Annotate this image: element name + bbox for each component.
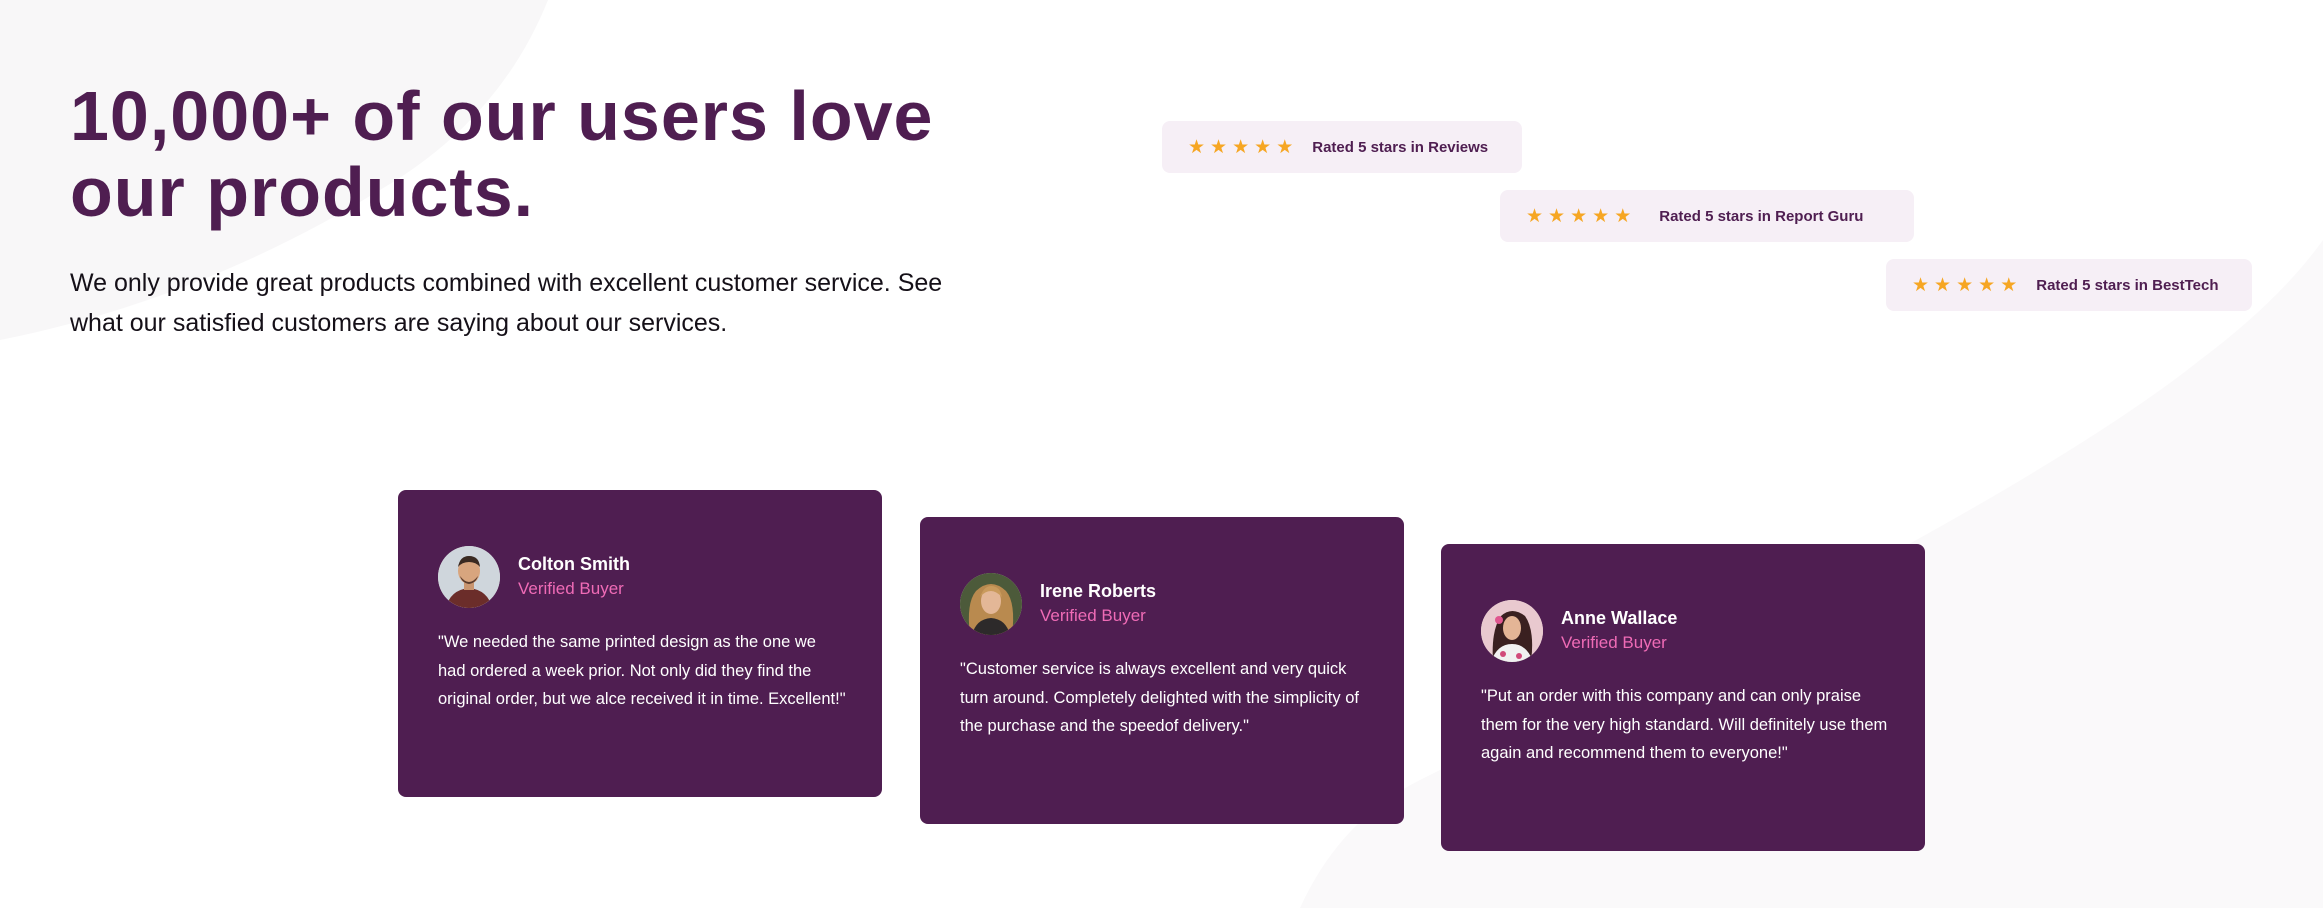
rating-badge-reviews: ★ ★ ★ ★ ★ Rated 5 stars in Reviews [1162, 121, 1522, 173]
testimonial-header: Irene Roberts Verified Buyer [960, 573, 1364, 635]
star-icon: ★ [1570, 205, 1588, 227]
page-subtitle: We only provide great products combined … [70, 269, 943, 337]
testimonial-header: Anne Wallace Verified Buyer [1481, 600, 1885, 662]
testimonial-card-anne-wallace: Anne Wallace Verified Buyer "Put an orde… [1441, 544, 1925, 851]
reviewer-info: Anne Wallace Verified Buyer [1561, 606, 1677, 656]
star-rating: ★ ★ ★ ★ ★ [1912, 276, 2017, 295]
page-title: 10,000+ of our users love our products. [70, 77, 934, 231]
star-icon: ★ [1592, 205, 1610, 227]
avatar-irene-roberts [960, 573, 1022, 635]
testimonial-card-irene-roberts: Irene Roberts Verified Buyer "Customer s… [920, 517, 1404, 824]
verified-badge: Verified Buyer [1040, 606, 1146, 625]
avatar-anne-wallace [1481, 600, 1543, 662]
star-icon: ★ [1978, 274, 1996, 296]
reviewer-info: Colton Smith Verified Buyer [518, 552, 630, 602]
star-icon: ★ [1210, 136, 1228, 158]
star-icon: ★ [1614, 205, 1632, 227]
star-icon: ★ [1276, 136, 1294, 158]
rating-label: Rated 5 stars in Reviews [1312, 138, 1489, 156]
testimonial-quote: "We needed the same printed design as th… [438, 633, 846, 708]
reviewer-name: Irene Roberts [1040, 581, 1157, 601]
star-icon: ★ [1232, 136, 1250, 158]
star-icon: ★ [1188, 136, 1206, 158]
star-icon: ★ [1254, 136, 1272, 158]
star-icon: ★ [1548, 205, 1566, 227]
reviewer-name: Anne Wallace [1561, 608, 1678, 628]
reviewer-info: Irene Roberts Verified Buyer [1040, 579, 1156, 629]
star-rating: ★ ★ ★ ★ ★ [1188, 138, 1293, 157]
star-icon: ★ [1526, 205, 1544, 227]
testimonial-quote: "Customer service is always excellent an… [960, 660, 1359, 735]
verified-badge: Verified Buyer [518, 579, 624, 598]
rating-label: Rated 5 stars in BestTech [2036, 276, 2219, 294]
rating-badge-report-guru: ★ ★ ★ ★ ★ Rated 5 stars in Report Guru [1500, 190, 1914, 242]
star-icon: ★ [2000, 274, 2018, 296]
reviewer-name: Colton Smith [518, 554, 630, 574]
star-icon: ★ [1912, 274, 1930, 296]
star-icon: ★ [1956, 274, 1974, 296]
star-icon: ★ [1934, 274, 1952, 296]
star-rating: ★ ★ ★ ★ ★ [1526, 207, 1631, 226]
rating-badge-besttech: ★ ★ ★ ★ ★ Rated 5 stars in BestTech [1886, 259, 2252, 311]
testimonial-header: Colton Smith Verified Buyer [438, 546, 842, 608]
testimonial-quote: "Put an order with this company and can … [1481, 687, 1888, 762]
rating-label: Rated 5 stars in Report Guru [1659, 207, 1864, 225]
avatar-colton-smith [438, 546, 500, 608]
verified-badge: Verified Buyer [1561, 633, 1667, 652]
testimonial-card-colton-smith: Colton Smith Verified Buyer "We needed t… [398, 490, 882, 797]
